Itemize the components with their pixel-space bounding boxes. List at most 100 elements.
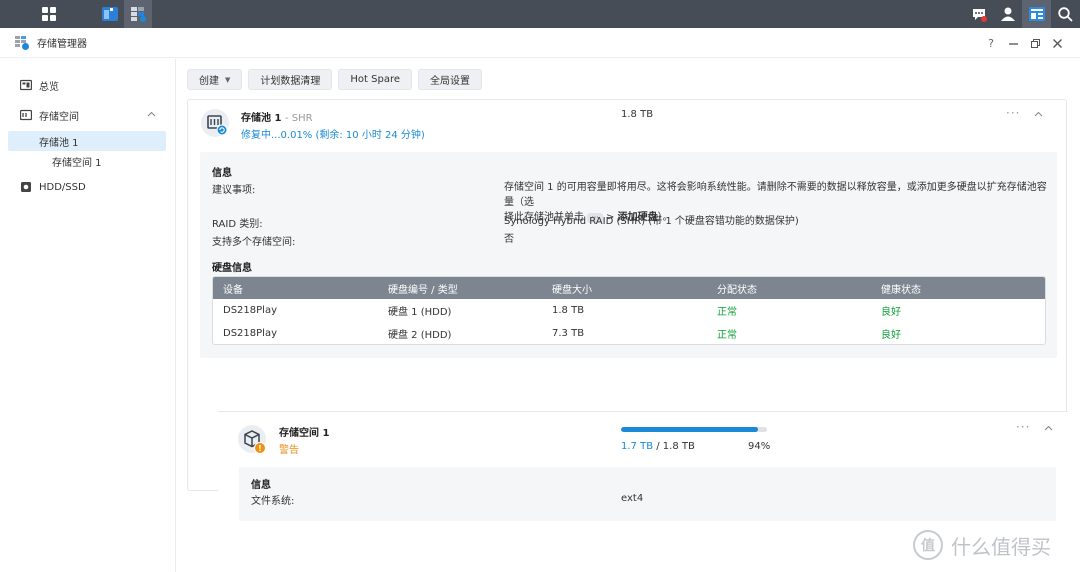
pool-info-panel: 信息 建议事项: 存储空间 1 的可用容量即将用尽。这将会影响系统性能。请删除不… [200,152,1057,358]
minimize-button[interactable] [1002,32,1024,54]
table-row[interactable]: DS218Play 硬盘 2 (HDD) 7.3 TB 正常 良好 [213,322,1045,344]
global-settings-button[interactable]: 全局设置 [418,69,482,90]
restore-button[interactable] [1024,32,1046,54]
watermark: 值 什么值得买 [913,530,1051,560]
column-header[interactable]: 硬盘大小 [552,277,592,299]
sidebar-item-pool-1[interactable]: 存储池 1 [8,131,166,151]
chevron-up-icon[interactable] [1044,424,1053,433]
chevron-up-icon[interactable] [1034,110,1043,119]
disk-info-heading: 硬盘信息 [212,263,252,274]
volume-usage-text: 1.7 TB / 1.8 TB [621,441,695,452]
close-icon [1052,38,1062,48]
sidebar-item-overview[interactable]: 总览 [8,75,166,95]
raid-type-value: Synology Hybrid RAID (SHR) (带 1 个硬盘容错功能的… [504,216,799,227]
storage-pool-card: 存储池 1 - SHR 修复中...0.01% (剩余: 10 小时 24 分钟… [187,99,1068,532]
taskbar-storage-manager[interactable] [124,0,152,28]
toolbar: 创建 ▼ 计划数据清理 Hot Spare 全局设置 [187,69,482,90]
caret-down-icon: ▼ [225,75,231,84]
sidebar-item-label: 存储空间 1 [52,157,102,169]
disk-icon [21,182,31,192]
table-row[interactable]: DS218Play 硬盘 1 (HDD) 1.8 TB 正常 良好 [213,299,1045,322]
suggestion-label: 建议事项: [212,185,256,196]
user-icon [1000,7,1015,21]
watermark-text: 什么值得买 [951,534,1051,559]
create-button[interactable]: 创建 ▼ [187,69,243,90]
info-heading: 信息 [251,480,271,491]
disk-slot: 硬盘 2 (HDD) [388,330,452,341]
multi-volume-label: 支持多个存储空间: [212,237,296,248]
taskbar-user[interactable] [993,0,1022,28]
close-button[interactable] [1046,32,1068,54]
taskbar-widgets[interactable] [1022,0,1051,28]
watermark-logo: 值 [913,530,943,560]
multi-volume-value: 否 [504,234,514,245]
disk-device: DS218Play [223,305,277,316]
pool-name: 存储池 1 [241,113,282,124]
disk-device: DS218Play [223,328,277,339]
column-header[interactable]: 健康状态 [881,277,921,299]
disk-health-status: 良好 [881,307,901,318]
main-menu-button[interactable] [36,0,62,28]
file-station-icon [102,7,118,21]
help-button[interactable]: ? [980,32,1002,54]
volume-usage-fill [621,427,759,432]
taskbar [0,0,1080,28]
volume-total: / 1.8 TB [653,441,695,452]
disk-table: 设备 硬盘编号 / 类型 硬盘大小 分配状态 健康状态 DS218Play 硬盘… [212,276,1046,345]
suggestion-text-1: 存储空间 1 的可用容量即将用尽。这将会影响系统性能。请删除不需要的数据以释放容… [504,182,1047,208]
more-options-icon[interactable]: ··· [1006,106,1020,120]
volume-usage-bar [621,427,767,432]
sidebar-item-label: 存储池 1 [39,137,79,149]
raid-type-label: RAID 类别: [212,219,263,230]
pool-repair-status: 修复中...0.01% (剩余: 10 小时 24 分钟) [241,130,425,141]
taskbar-search[interactable] [1051,0,1080,28]
volume-name: 存储空间 1 [279,428,330,439]
volume-status: 警告 [279,445,299,456]
search-icon [1058,6,1073,22]
storage-manager-icon [131,7,146,22]
column-header[interactable]: 分配状态 [717,277,757,299]
restore-icon [1030,38,1040,48]
volume-used: 1.7 TB [621,441,654,452]
more-options-icon[interactable]: ··· [1016,420,1030,434]
help-icon: ? [988,36,994,50]
chat-icon [972,9,987,22]
schedule-scrub-label: 计划数据清理 [260,76,321,87]
create-label: 创建 [199,76,219,87]
taskbar-file-station[interactable] [96,0,124,28]
hot-spare-label: Hot Spare [350,74,400,85]
pool-header[interactable]: 存储池 1 - SHR 修复中...0.01% (剩余: 10 小时 24 分钟… [188,100,1066,150]
main-content: 创建 ▼ 计划数据清理 Hot Spare 全局设置 存储池 1 - SHR 修… [177,59,1080,572]
window-title: 存储管理器 [37,39,87,50]
volume-info-panel: 信息 文件系统: ext4 [239,467,1056,521]
column-header[interactable]: 设备 [223,277,243,299]
disk-health-status: 良好 [881,330,901,341]
column-header[interactable]: 硬盘编号 / 类型 [388,277,458,299]
volume-usage-percent: 94% [748,441,771,452]
filesystem-label: 文件系统: [251,496,295,507]
grid-icon [42,7,56,21]
sidebar-item-hdd-ssd[interactable]: HDD/SSD [8,177,166,197]
disk-size: 7.3 TB [552,328,585,339]
minimize-icon [1008,42,1018,45]
sidebar: 总览 存储空间 存储池 1 存储空间 1 HDD/SSD [0,59,176,572]
pool-title: 存储池 1 - SHR [241,109,313,124]
storage-icon [20,109,32,121]
disk-slot: 硬盘 1 (HDD) [388,307,452,318]
storage-pool-icon [201,109,229,137]
disk-allocation-status: 正常 [717,307,737,318]
taskbar-chat[interactable] [964,0,993,28]
sidebar-item-label: HDD/SSD [39,181,86,193]
chevron-up-icon[interactable] [147,110,156,119]
filesystem-value: ext4 [621,493,644,504]
hot-spare-button[interactable]: Hot Spare [338,69,412,90]
schedule-scrub-button[interactable]: 计划数据清理 [248,69,333,90]
sidebar-item-label: 总览 [39,81,59,93]
sidebar-item-volume-1[interactable]: 存储空间 1 [8,151,166,171]
sidebar-item-storage[interactable]: 存储空间 [8,105,166,125]
volume-card: ! 存储空间 1 警告 1.7 TB / 1.8 TB 94% ··· 信息 文… [218,411,1068,532]
storage-manager-icon [14,35,30,51]
widgets-icon [1028,7,1045,21]
warning-icon: ! [254,442,266,454]
pool-raid-type: - SHR [284,113,313,124]
